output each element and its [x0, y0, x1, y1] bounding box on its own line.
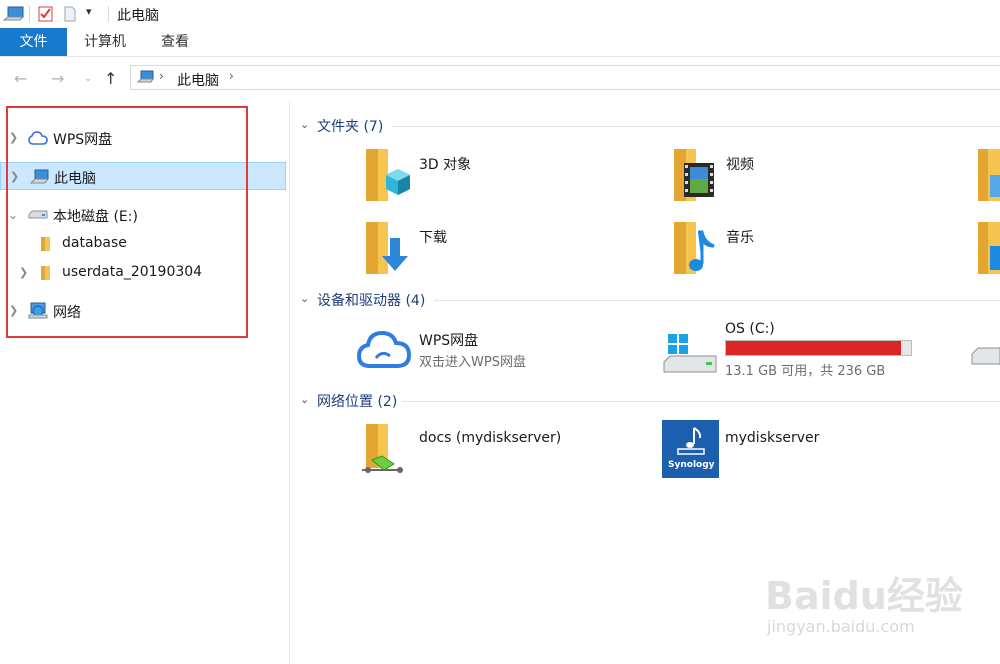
pictures-folder-icon [978, 149, 1000, 201]
tile-label: docs (mydiskserver) [419, 430, 562, 446]
folder-tile-videos[interactable]: 视频 [668, 145, 948, 207]
synology-logo-text: Synology [668, 460, 715, 470]
synology-icon: Synology [662, 420, 719, 478]
music-note-icon [677, 427, 705, 455]
tile-label: 视频 [726, 157, 754, 173]
properties-icon[interactable] [37, 6, 55, 22]
device-tile-wps-cloud[interactable]: WPS网盘 双击进入WPS网盘 [356, 324, 646, 374]
downloads-folder-icon [366, 222, 408, 274]
address-bar[interactable]: › 此电脑 › [130, 65, 1000, 90]
network-tile-docs[interactable]: docs (mydiskserver) [356, 420, 646, 482]
folder-tile-partial[interactable] [974, 145, 1000, 207]
watermark-logo-text: Baidu经验 [765, 574, 963, 618]
videos-folder-icon [674, 149, 714, 201]
group-header-label: 网络位置 (2) [317, 394, 398, 410]
window-title: 此电脑 [117, 8, 159, 24]
folder-tile-3d-objects[interactable]: 3D 对象 [360, 145, 640, 207]
highlight-box [6, 106, 248, 338]
this-pc-icon [137, 70, 154, 83]
3d-objects-folder-icon [366, 149, 410, 201]
tab-file[interactable]: 文件 [0, 28, 67, 56]
tab-view[interactable]: 查看 [143, 28, 207, 56]
customize-quick-access-icon[interactable]: ▾ [86, 5, 92, 18]
drive-icon [971, 347, 1000, 365]
tile-sublabel: 双击进入WPS网盘 [419, 355, 526, 370]
group-header-folders[interactable]: ⌄ 文件夹 (7) [300, 116, 1000, 136]
usage-bar-track [725, 340, 912, 356]
watermark-url: jingyan.baidu.com [767, 617, 915, 636]
tile-label: WPS网盘 [419, 333, 479, 349]
drive-usage-bar [725, 340, 912, 356]
back-arrow-icon[interactable]: ← [14, 69, 27, 88]
folder-tile-music[interactable]: 音乐 [668, 218, 948, 280]
device-tile-os-c[interactable]: OS (C:) 13.1 GB 可用，共 236 GB [662, 318, 962, 380]
tile-sublabel: 13.1 GB 可用，共 236 GB [725, 364, 886, 379]
group-header-network[interactable]: ⌄ 网络位置 (2) [300, 391, 1000, 411]
tile-label: mydiskserver [725, 430, 820, 446]
desktop-folder-icon [978, 222, 1000, 274]
title-bar: ▾ 此电脑 [0, 0, 1000, 28]
tile-label: 3D 对象 [419, 157, 472, 173]
chevron-down-icon[interactable]: ⌄ [300, 292, 309, 305]
tile-label: 下载 [419, 230, 447, 246]
divider [434, 300, 1000, 301]
recent-locations-chevron-icon[interactable]: ⌄ [84, 73, 92, 84]
group-header-label: 文件夹 (7) [317, 119, 384, 135]
watermark: Baidu经验 jingyan.baidu.com [765, 555, 985, 645]
new-folder-icon[interactable] [62, 6, 78, 22]
group-header-devices[interactable]: ⌄ 设备和驱动器 (4) [300, 290, 1000, 310]
this-pc-icon [3, 6, 25, 21]
chevron-down-icon[interactable]: ⌄ [300, 393, 309, 406]
breadcrumb-chevron-icon[interactable]: › [229, 69, 234, 83]
chevron-down-icon[interactable]: ⌄ [300, 118, 309, 131]
usage-bar-fill [726, 341, 901, 355]
breadcrumb[interactable]: 此电脑 [177, 70, 219, 90]
divider [392, 126, 1000, 127]
windows-drive-icon [663, 334, 717, 373]
device-tile-partial[interactable] [970, 330, 1000, 380]
tab-computer[interactable]: 计算机 [67, 28, 143, 56]
network-tile-mydiskserver[interactable]: Synology mydiskserver [662, 420, 962, 482]
up-arrow-icon[interactable]: ↑ [104, 69, 117, 88]
tile-label: OS (C:) [725, 321, 775, 337]
tile-label: 音乐 [726, 230, 754, 246]
folder-tile-partial[interactable] [974, 218, 1000, 280]
navigation-bar: ← → ⌄ ↑ › 此电脑 › [0, 57, 1000, 101]
divider [402, 401, 1000, 402]
network-folder-icon [362, 424, 403, 473]
cloud-icon [356, 330, 412, 368]
ribbon-tabs: 文件 计算机 查看 [0, 28, 1000, 57]
breadcrumb-chevron-icon[interactable]: › [159, 69, 164, 83]
forward-arrow-icon[interactable]: → [51, 69, 64, 88]
music-folder-icon [674, 222, 715, 274]
group-header-label: 设备和驱动器 (4) [317, 293, 426, 309]
folder-tile-downloads[interactable]: 下载 [360, 218, 640, 280]
